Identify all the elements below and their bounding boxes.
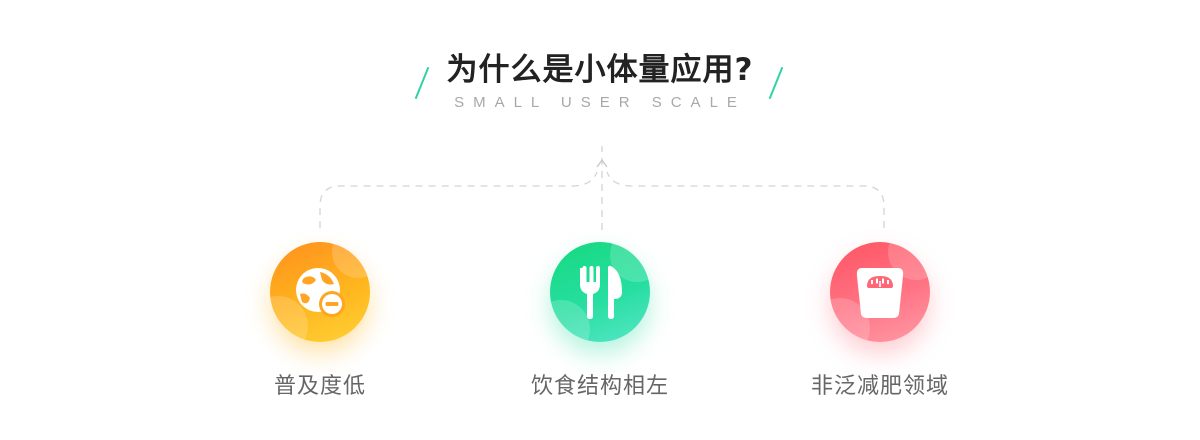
feature-label: 饮食结构相左 <box>530 374 669 399</box>
scale-icon <box>856 268 904 318</box>
feature-label: 普及度低 <box>273 374 366 399</box>
connector-left-branch <box>319 171 598 228</box>
feature-label: 非泛减肥领域 <box>810 374 949 399</box>
globe-minus-icon <box>296 268 345 317</box>
feature-low-popularity: 普及度低 <box>220 242 420 400</box>
connector-right-branch <box>606 171 885 228</box>
feature-icon-badge <box>550 242 650 342</box>
feature-icon-badge <box>830 242 930 342</box>
feature-non-general-weight-loss: 非泛减肥领域 <box>780 242 980 400</box>
slide: 为什么是小体量应用? SMALL USER SCALE 普及度低 饮食结构相左 … <box>0 0 1200 440</box>
fork-knife-icon <box>580 265 622 319</box>
feature-diet-structure: 饮食结构相左 <box>500 242 700 400</box>
feature-icon-badge <box>270 242 370 342</box>
